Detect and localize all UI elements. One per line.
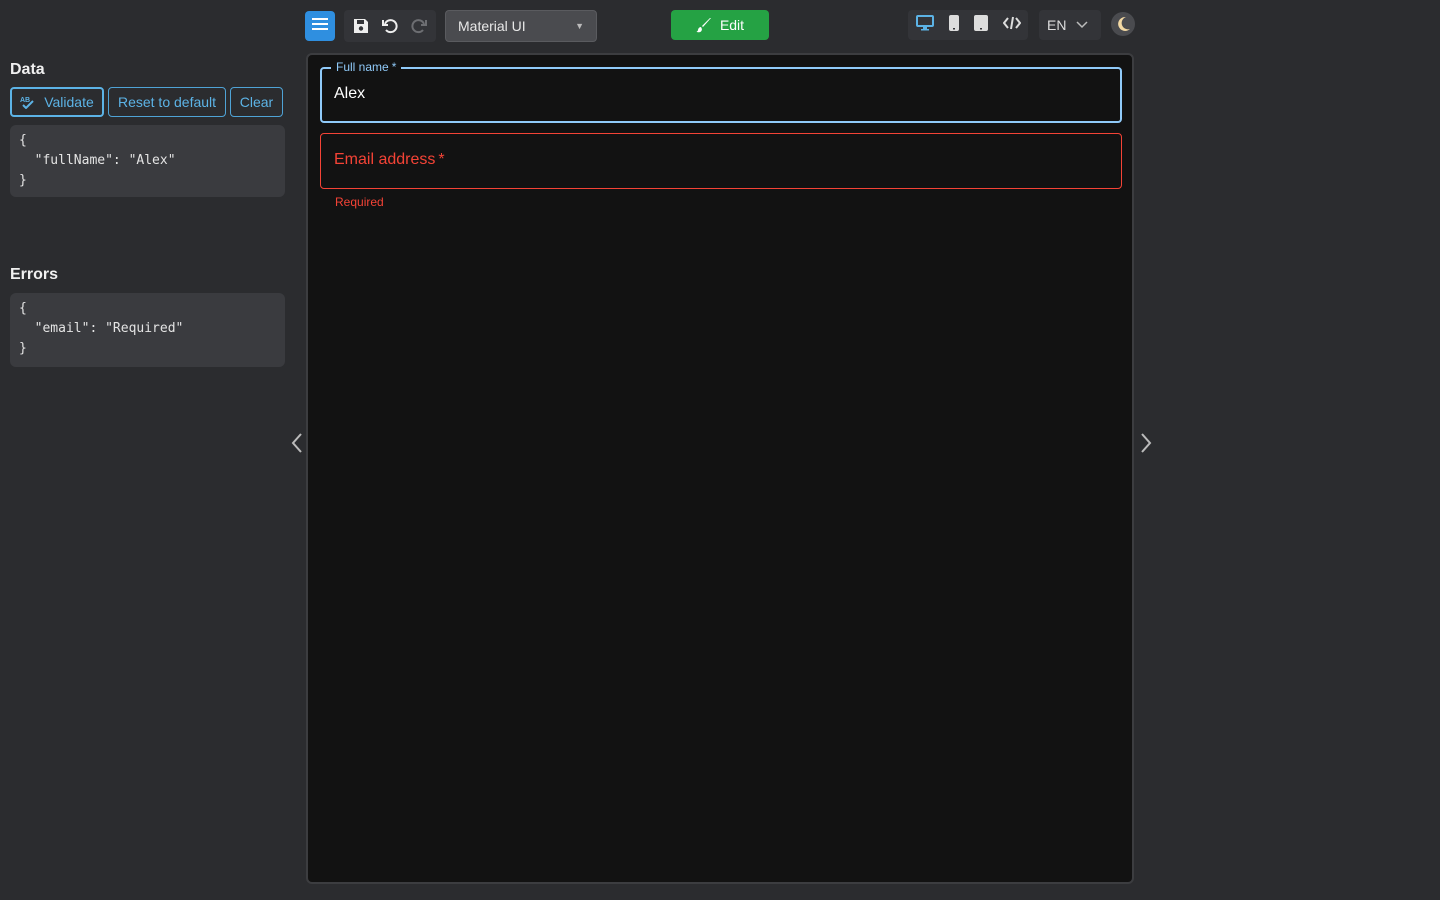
- language-value: EN: [1047, 17, 1067, 33]
- chevron-down-icon: [1076, 21, 1088, 29]
- menu-button[interactable]: [305, 11, 335, 41]
- errors-json-view: { "email": "Required" }: [10, 293, 285, 367]
- validate-label: Validate: [44, 94, 94, 110]
- save-button[interactable]: [348, 13, 374, 39]
- redo-button[interactable]: [406, 13, 432, 39]
- reset-to-default-button[interactable]: Reset to default: [108, 87, 226, 117]
- full-name-value: Alex: [334, 85, 366, 102]
- chevron-right-icon: [1141, 433, 1152, 453]
- redo-icon: [411, 19, 428, 34]
- caret-down-icon: ▼: [575, 21, 584, 31]
- errors-section-title: Errors: [10, 266, 59, 283]
- email-label: Email address *: [334, 151, 445, 168]
- clear-button[interactable]: Clear: [230, 87, 283, 117]
- save-icon: [353, 19, 368, 33]
- device-toolbar: [908, 10, 1028, 40]
- tablet-view-button[interactable]: [973, 14, 988, 36]
- desktop-view-button[interactable]: [915, 14, 934, 36]
- full-name-label: Full name *: [331, 60, 402, 74]
- spellcheck-icon: AB: [20, 97, 34, 109]
- collapse-right-panel-button[interactable]: [1139, 432, 1153, 454]
- data-json-view: { "fullName": "Alex" }: [10, 125, 285, 197]
- language-select[interactable]: EN: [1039, 10, 1101, 40]
- desktop-icon: [915, 14, 934, 30]
- menu-icon: [312, 17, 328, 36]
- svg-text:AB: AB: [20, 97, 30, 104]
- clear-label: Clear: [239, 94, 274, 110]
- brush-icon: [696, 18, 711, 33]
- edit-button-label: Edit: [719, 17, 745, 33]
- history-toolbar: [344, 10, 436, 42]
- undo-button[interactable]: [377, 13, 403, 39]
- mobile-icon: [948, 14, 959, 31]
- undo-icon: [381, 19, 398, 34]
- edit-button[interactable]: Edit: [671, 10, 769, 40]
- code-view-button[interactable]: [1002, 16, 1021, 35]
- reset-label: Reset to default: [117, 94, 217, 110]
- theme-select[interactable]: Material UI ▼: [445, 10, 597, 42]
- dark-mode-toggle[interactable]: [1111, 12, 1135, 36]
- collapse-left-panel-button[interactable]: [290, 432, 304, 454]
- form-canvas: Full name * Alex Email address * Required: [306, 53, 1134, 884]
- mobile-view-button[interactable]: [948, 14, 959, 36]
- email-error-helper: Required: [335, 195, 384, 209]
- tablet-icon: [973, 14, 988, 31]
- code-icon: [1002, 16, 1021, 29]
- full-name-field[interactable]: Full name * Alex: [320, 60, 1122, 123]
- data-section-title: Data: [10, 61, 45, 78]
- moon-icon: [1118, 16, 1130, 31]
- chevron-left-icon: [291, 433, 302, 453]
- validate-button[interactable]: AB Validate: [10, 87, 104, 117]
- theme-select-value: Material UI: [458, 18, 526, 34]
- email-field[interactable]: Email address *: [320, 133, 1122, 189]
